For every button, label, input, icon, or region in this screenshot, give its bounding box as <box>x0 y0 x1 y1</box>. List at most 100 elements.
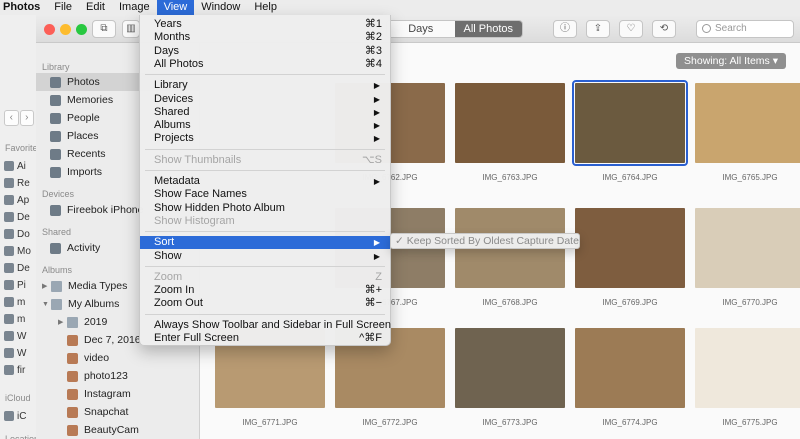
disclosure-triangle-icon[interactable]: ▶ <box>58 318 67 326</box>
sidebar-item-snapchat[interactable]: Snapchat <box>36 403 200 421</box>
sidebar-item-label: Recents <box>67 148 106 160</box>
photo-thumbnail[interactable] <box>695 83 800 163</box>
menu-item-all-photos[interactable]: All Photos ⌘4 <box>140 58 390 71</box>
favorite-button[interactable]: ♡ <box>619 20 643 38</box>
sidebar-item-beautycam[interactable]: BeautyCam <box>36 421 200 439</box>
photo-thumbnail[interactable] <box>575 328 685 408</box>
menu-item-show-thumbnails: Show Thumbnails ⌥S <box>140 154 390 167</box>
zoom-icon[interactable] <box>76 24 87 35</box>
finder-item[interactable]: Re <box>4 175 30 191</box>
menu-file[interactable]: File <box>47 0 79 15</box>
finder-item[interactable]: W <box>4 328 26 344</box>
menu-item-zoom-out[interactable]: Zoom Out ⌘− <box>140 297 390 310</box>
menu-item-months[interactable]: Months ⌘2 <box>140 31 390 44</box>
back-icon[interactable]: ‹ <box>4 110 19 126</box>
keep-sorted-oldest-item[interactable]: Keep Sorted By Oldest Capture Date <box>407 235 579 247</box>
finder-item-label: m <box>17 313 26 325</box>
menu-item-label: Zoom <box>154 270 183 283</box>
menu-item-show-hidden-photo-album[interactable]: Show Hidden Photo Album <box>140 202 390 215</box>
menu-item-years[interactable]: Years ⌘1 <box>140 18 390 31</box>
menu-item-sort[interactable]: Sort ▶ <box>140 236 390 250</box>
submenu-arrow-icon: ▶ <box>373 238 380 248</box>
photo-thumbnail[interactable] <box>695 328 800 408</box>
memories-icon <box>50 94 61 106</box>
menu-item-label: Show <box>154 249 182 262</box>
view-toggle-button[interactable]: ▥ <box>122 20 140 38</box>
photo-filename: IMG_6773.JPG <box>482 418 538 427</box>
album-icon <box>67 406 78 418</box>
showing-filter-button[interactable]: Showing: All Items ▾ <box>676 53 786 69</box>
sidebar-item-instagram[interactable]: Instagram <box>36 385 200 403</box>
menu-shortcut: ⌘4 <box>364 57 382 70</box>
menu-item-albums[interactable]: Albums ▶ <box>140 119 390 132</box>
finder-item[interactable]: Mo <box>4 243 31 259</box>
sidebar-item-photo123[interactable]: photo123 <box>36 367 200 385</box>
finder-item[interactable]: De <box>4 209 30 225</box>
sidebar-item-video[interactable]: video <box>36 349 200 367</box>
info-button[interactable]: ⓘ <box>553 20 577 38</box>
rotate-button[interactable]: ⟲ <box>652 20 676 38</box>
finder-item[interactable]: m <box>4 311 25 327</box>
sidebar-item-label: Snapchat <box>84 406 129 418</box>
finder-item[interactable]: Ai <box>4 158 26 174</box>
finder-item[interactable]: De <box>4 260 30 276</box>
folder-icon <box>51 298 62 310</box>
menu-item-label: Sort <box>154 236 175 249</box>
menu-item-library[interactable]: Library ▶ <box>140 79 390 92</box>
menu-view[interactable]: View <box>156 0 195 15</box>
photo-thumbnail[interactable] <box>572 80 688 166</box>
menu-item-shared[interactable]: Shared ▶ <box>140 106 390 119</box>
sidebar-item-label: video <box>84 352 110 364</box>
menu-window[interactable]: Window <box>194 0 247 15</box>
menu-item-show[interactable]: Show ▶ <box>140 250 390 263</box>
menu-help[interactable]: Help <box>247 0 284 15</box>
search-field[interactable]: Search <box>696 20 794 38</box>
menu-item-always-show-toolbar-and-sidebar-in-full-screen[interactable]: Always Show Toolbar and Sidebar in Full … <box>140 319 391 332</box>
menu-item-label: Devices <box>154 92 194 105</box>
menu-item-projects[interactable]: Projects ▶ <box>140 132 390 145</box>
apple-app-menu[interactable]: Photos <box>0 0 47 15</box>
share-button[interactable]: ⇪ <box>586 20 610 38</box>
photo-thumbnail[interactable] <box>455 83 565 163</box>
menu-image[interactable]: Image <box>112 0 157 15</box>
finder-item[interactable]: Pi <box>4 277 26 293</box>
menu-item-label: Enter Full Screen <box>154 332 239 344</box>
menu-edit[interactable]: Edit <box>79 0 112 15</box>
photo-thumbnail[interactable] <box>455 328 565 408</box>
submenu-arrow-icon: ▶ <box>373 177 380 186</box>
menu-item-days[interactable]: Days ⌘3 <box>140 45 390 58</box>
finder-item[interactable]: m <box>4 294 25 310</box>
forward-icon[interactable]: › <box>19 110 34 126</box>
finder-item[interactable]: Ap <box>4 192 29 208</box>
menu-item-enter-full-screen[interactable]: Enter Full Screen ^⌘F <box>140 332 390 345</box>
photo-thumbnail[interactable] <box>695 208 800 288</box>
tab-days[interactable]: Days <box>387 21 455 37</box>
folder-icon <box>4 195 14 205</box>
finder-item[interactable]: Do <box>4 226 30 242</box>
folder-icon <box>4 365 14 375</box>
finder-item[interactable]: W <box>4 345 26 361</box>
menu-item-label: Projects <box>154 132 194 145</box>
album-icon <box>67 424 78 436</box>
menu-shortcut: ^⌘F <box>359 332 382 344</box>
photo-filename: IMG_6763.JPG <box>482 173 538 182</box>
disclosure-triangle-icon[interactable]: ▶ <box>42 282 51 290</box>
close-icon[interactable] <box>44 24 55 35</box>
iphone-icon <box>50 204 61 216</box>
finder-item-label: m <box>17 296 26 308</box>
photo-thumbnail[interactable] <box>575 208 685 288</box>
finder-section-favorite: Favorite <box>5 143 38 153</box>
menu-separator <box>145 265 385 267</box>
disclosure-triangle-icon[interactable]: ▼ <box>42 301 51 308</box>
menu-item-metadata[interactable]: Metadata ▶ <box>140 175 390 188</box>
minimize-icon[interactable] <box>60 24 71 35</box>
menu-item-show-face-names[interactable]: Show Face Names <box>140 188 390 201</box>
finder-item[interactable]: iC <box>4 408 26 424</box>
finder-item[interactable]: fir <box>4 362 25 378</box>
sidebar-toggle-button[interactable]: ⧉ <box>92 20 116 38</box>
menu-item-zoom-in[interactable]: Zoom In ⌘+ <box>140 284 390 297</box>
finder-item-label: fir <box>17 364 26 376</box>
menu-item-label: Show Hidden Photo Album <box>154 201 285 214</box>
menu-item-devices[interactable]: Devices ▶ <box>140 93 390 106</box>
tab-all-photos[interactable]: All Photos <box>454 21 522 37</box>
